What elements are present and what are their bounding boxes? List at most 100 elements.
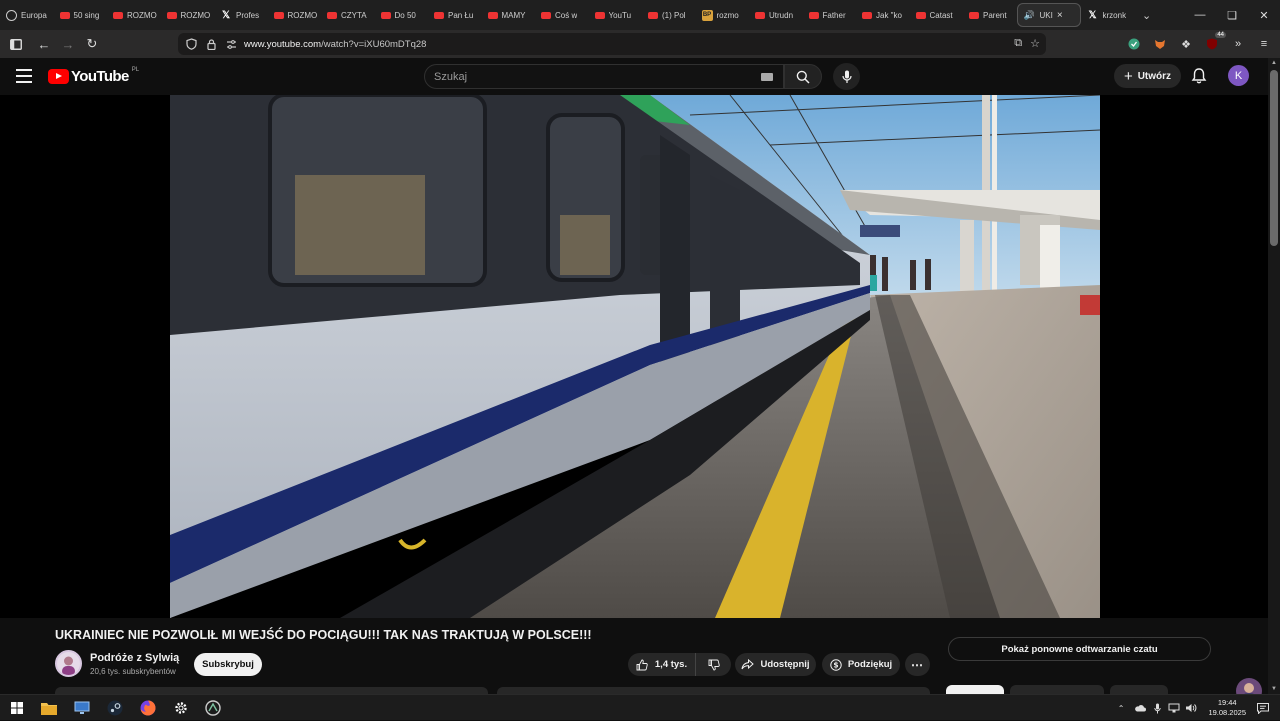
filter-chip-selected[interactable] <box>946 685 1004 694</box>
show-chat-replay-button[interactable]: Pokaż ponowne odtwarzanie czatu <box>948 637 1211 661</box>
keyboard-icon[interactable] <box>761 73 773 81</box>
fox-extension-icon[interactable] <box>1152 36 1168 52</box>
browser-tab[interactable]: CZYTA <box>321 3 375 27</box>
channel-avatar[interactable] <box>55 650 82 677</box>
video-player[interactable] <box>0 95 1268 704</box>
tab-label: Parent <box>983 10 1007 20</box>
clock-date: 19.08.2025 <box>1208 708 1246 717</box>
description-box[interactable] <box>55 687 488 694</box>
browser-tab[interactable]: Jak "ko <box>856 3 910 27</box>
thumbs-up-icon <box>636 659 648 670</box>
browser-tab[interactable]: Father <box>803 3 857 27</box>
bookmark-star-icon[interactable]: ☆ <box>1030 37 1040 50</box>
tab-label: Profes <box>236 10 260 20</box>
lock-icon[interactable] <box>204 37 218 51</box>
browser-tab[interactable]: Parent <box>963 3 1017 27</box>
browser-tab[interactable]: Coś w <box>535 3 589 27</box>
more-actions-button[interactable]: ⋯ <box>905 653 930 676</box>
search-box[interactable] <box>424 64 784 89</box>
browser-tab[interactable]: 𝕏 Profes <box>214 3 268 27</box>
filter-chip[interactable] <box>1010 685 1104 694</box>
video-frame[interactable] <box>170 95 1100 618</box>
volume-icon[interactable] <box>1185 702 1197 714</box>
tab-active[interactable]: 🔊 UKI × <box>1016 3 1081 27</box>
sidebar-toggle-icon[interactable] <box>4 32 28 56</box>
create-button[interactable]: + Utwórz <box>1114 64 1181 88</box>
browser-tab[interactable]: BP rozmo <box>696 3 750 27</box>
ublock-extension-icon[interactable]: 44 <box>1204 32 1226 52</box>
menu-icon[interactable]: ≡ <box>1256 36 1272 52</box>
tab-list-chevron-icon[interactable]: ⌄ <box>1142 9 1151 22</box>
search-input[interactable] <box>434 70 754 83</box>
onedrive-cloud-icon[interactable] <box>1134 702 1147 714</box>
settings-gear-icon[interactable] <box>172 699 190 717</box>
browser-tab[interactable]: Do 50 <box>375 3 429 27</box>
browser-tab[interactable]: ROZMO <box>107 3 161 27</box>
browser-tab[interactable]: Utrudn <box>749 3 803 27</box>
overflow-chevron-icon[interactable]: » <box>1230 36 1246 52</box>
filter-chip[interactable] <box>1110 685 1168 694</box>
subscribe-button[interactable]: Subskrybuj <box>194 653 262 676</box>
browser-tab[interactable]: 50 sing <box>54 3 108 27</box>
browser-tab[interactable]: ROZMO <box>161 3 215 27</box>
remote-desktop-icon[interactable] <box>73 699 91 717</box>
system-clock[interactable]: 19:44 19.08.2025 <box>1208 698 1246 718</box>
share-button[interactable]: Udostępnij <box>735 653 816 676</box>
vpn-extension-icon[interactable] <box>1126 36 1142 52</box>
reload-icon[interactable]: ↻ <box>80 32 104 56</box>
close-window-icon[interactable]: ✕ <box>1248 0 1280 30</box>
share-label: Udostępnij <box>760 659 810 670</box>
browser-tab[interactable]: ROZMO <box>268 3 322 27</box>
tab-label: Utrudn <box>769 10 794 20</box>
tab-label: Catast <box>929 10 953 20</box>
search-button[interactable] <box>784 64 822 89</box>
notification-center-icon[interactable] <box>1256 702 1270 714</box>
browser-tab[interactable]: YouTu <box>589 3 643 27</box>
address-bar[interactable]: www.youtube.com/watch?v=iXU60mDTq28 ⧉ ☆ <box>178 33 1046 55</box>
permissions-icon[interactable] <box>224 37 238 51</box>
guide-menu-icon[interactable] <box>16 69 32 83</box>
show-hidden-icons-chevron-icon[interactable]: ⌃ <box>1118 704 1125 713</box>
picture-in-picture-icon[interactable]: ⧉ <box>1014 37 1022 50</box>
dislike-button[interactable] <box>696 653 731 676</box>
thanks-button[interactable]: $ Podziękuj <box>822 653 900 676</box>
voice-search-button[interactable] <box>833 63 860 90</box>
url-text: www.youtube.com/watch?v=iXU60mDTq28 <box>244 38 427 50</box>
firefox-icon[interactable] <box>139 699 157 717</box>
page-scrollbar[interactable]: ▲ ▼ <box>1268 58 1280 694</box>
shield-icon[interactable] <box>184 37 198 51</box>
thanks-dollar-icon: $ <box>830 658 842 671</box>
microphone-tray-icon[interactable] <box>1151 702 1163 714</box>
account-avatar[interactable]: K <box>1228 65 1249 86</box>
restore-icon[interactable]: ❏ <box>1216 0 1248 30</box>
scroll-up-icon[interactable]: ▲ <box>1271 60 1277 66</box>
windows-start-icon[interactable] <box>8 699 26 717</box>
browser-tab[interactable]: Europa <box>0 3 54 27</box>
like-button[interactable]: 1,4 tys. <box>628 653 696 676</box>
browser-tab[interactable]: Catast <box>910 3 964 27</box>
close-tab-icon[interactable]: × <box>1057 10 1063 21</box>
browser-tab[interactable]: 𝕏krzonk <box>1081 3 1135 27</box>
youtube-icon <box>327 11 337 19</box>
scrollbar-thumb[interactable] <box>1270 70 1278 246</box>
more-dots-icon: ⋯ <box>911 657 924 672</box>
scroll-down-icon[interactable]: ▼ <box>1271 686 1277 692</box>
steam-icon[interactable] <box>106 699 124 717</box>
extensions-puzzle-icon[interactable]: ❖ <box>1178 36 1194 52</box>
browser-tab[interactable]: Pan Łu <box>428 3 482 27</box>
network-icon[interactable] <box>1168 702 1180 714</box>
bp-icon: BP <box>701 9 713 21</box>
back-arrow-icon[interactable]: ← <box>32 32 56 56</box>
browser-tab[interactable]: (1) Pol <box>642 3 696 27</box>
comments-box[interactable] <box>497 687 930 694</box>
browser-tab[interactable]: MAMY <box>482 3 536 27</box>
minimize-icon[interactable]: — <box>1184 0 1216 30</box>
file-explorer-icon[interactable] <box>40 699 58 717</box>
youtube-logo[interactable]: YouTube PL <box>48 67 139 85</box>
vpn-app-icon[interactable] <box>204 699 222 717</box>
tab-label: MAMY <box>501 10 526 20</box>
forward-arrow-icon[interactable]: → <box>56 32 80 56</box>
like-dislike-group: 1,4 tys. <box>628 653 731 676</box>
notifications-bell-icon[interactable] <box>1190 67 1208 85</box>
channel-name[interactable]: Podróże z Sylwią <box>90 652 179 664</box>
